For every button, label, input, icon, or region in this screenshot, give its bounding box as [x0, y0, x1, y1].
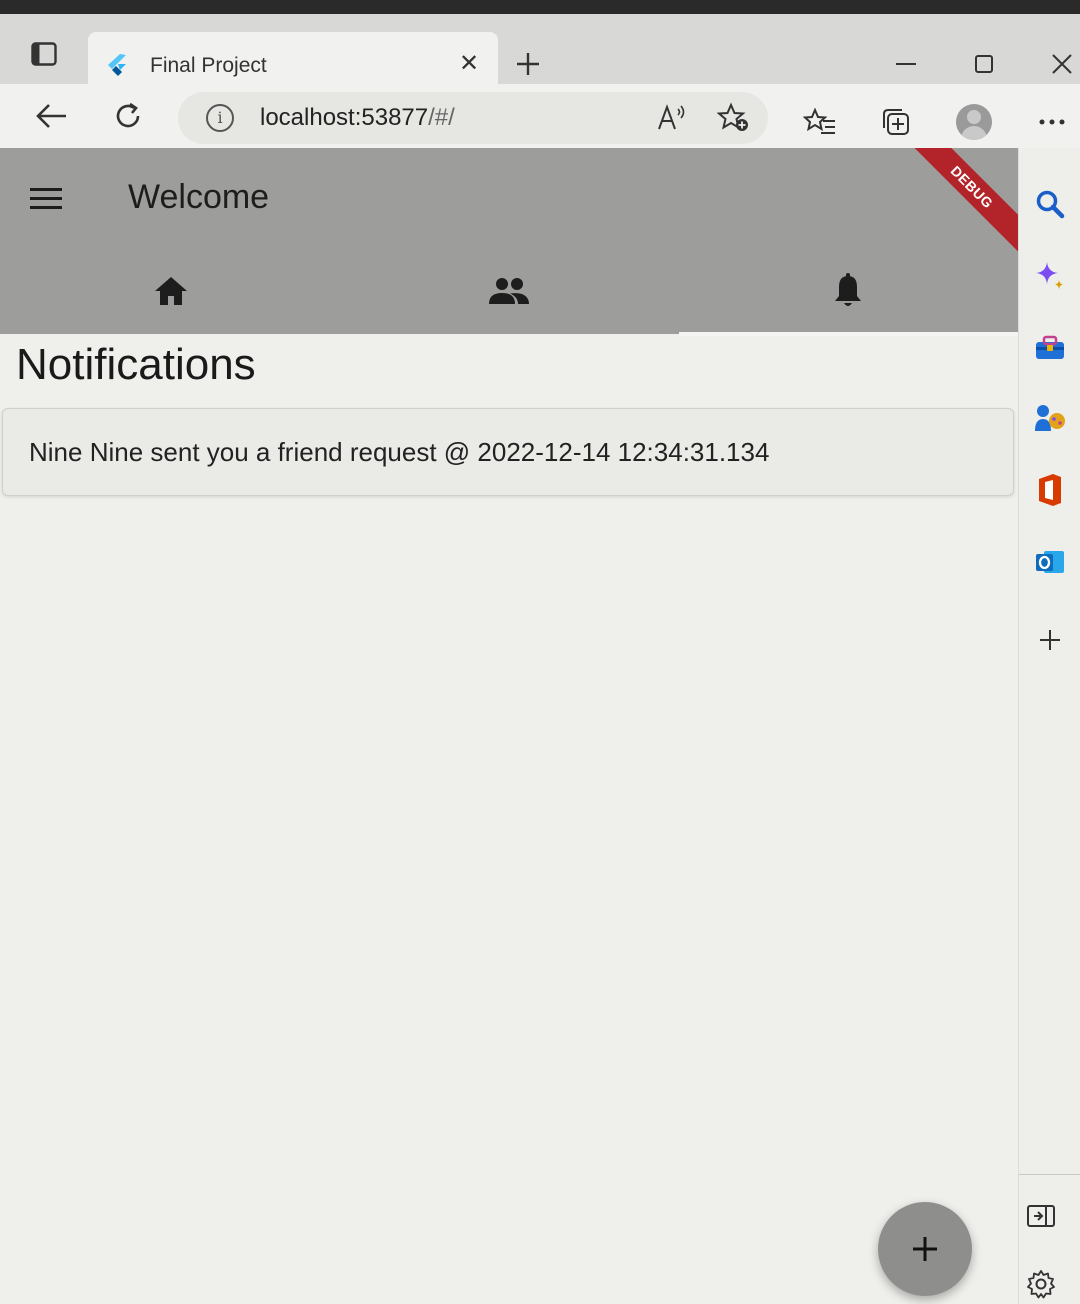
flutter-logo-icon [106, 52, 128, 83]
tab-friends[interactable] [340, 248, 678, 334]
notification-text: Nine Nine sent you a friend request @ 20… [29, 437, 770, 467]
settings-icon[interactable] [1023, 1266, 1059, 1302]
tab-title: Final Project [150, 54, 267, 77]
add-button[interactable] [878, 1202, 972, 1296]
favorites-icon [803, 107, 835, 134]
url-text: localhost:53877/#/ [260, 104, 455, 132]
hide-sidebar-icon[interactable] [1023, 1198, 1059, 1234]
refresh-button[interactable] [104, 92, 152, 140]
refresh-icon [116, 102, 140, 128]
office-icon[interactable] [1032, 472, 1068, 508]
outlook-icon[interactable] [1032, 544, 1068, 580]
profile-avatar-icon [956, 104, 992, 140]
close-icon [1052, 54, 1072, 74]
app-bar: Welcome DEBUG [0, 148, 1018, 336]
browser-tab-bar: Final Project ✕ [0, 14, 1080, 98]
browser-sidebar [1018, 148, 1080, 1304]
more-button[interactable] [1030, 100, 1074, 144]
notification-card[interactable]: Nine Nine sent you a friend request @ 20… [2, 408, 1014, 496]
page-title: Notifications [16, 340, 256, 389]
profile-button[interactable] [952, 100, 996, 144]
plus-icon [517, 53, 539, 75]
favorites-button[interactable] [798, 100, 842, 144]
menu-icon[interactable] [30, 176, 74, 220]
selected-tab-indicator [679, 332, 1018, 336]
browser-toolbar: i localhost:53877/#/ [0, 84, 1080, 148]
app-title: Welcome [128, 178, 270, 216]
add-favorite-button[interactable] [716, 100, 752, 136]
back-button[interactable] [28, 92, 76, 140]
sidebar-divider [1019, 1174, 1080, 1175]
search-icon[interactable] [1032, 186, 1068, 222]
more-icon [1039, 119, 1065, 125]
add-icon[interactable] [1032, 622, 1068, 658]
tab-close-button[interactable]: ✕ [454, 48, 484, 78]
new-tab-button[interactable] [508, 44, 548, 84]
people-icon [489, 278, 529, 304]
back-arrow-icon [36, 104, 66, 128]
tab-actions-icon[interactable] [22, 36, 66, 72]
plus-icon [913, 1237, 937, 1261]
tab-notifications[interactable] [679, 248, 1017, 334]
info-icon[interactable]: i [206, 104, 234, 132]
address-bar[interactable]: i localhost:53877/#/ [178, 92, 768, 144]
minimize-icon [896, 63, 916, 65]
url-path: /#/ [428, 104, 455, 131]
close-window-button[interactable] [1040, 44, 1080, 84]
minimize-button[interactable] [884, 44, 928, 84]
maximize-button[interactable] [962, 44, 1006, 84]
debug-banner: DEBUG [906, 148, 1018, 253]
tools-icon[interactable] [1032, 330, 1068, 366]
maximize-icon [975, 55, 993, 73]
collections-icon [883, 109, 909, 135]
read-aloud-icon [658, 104, 685, 130]
add-favorite-icon [717, 102, 748, 131]
read-aloud-button[interactable] [654, 100, 690, 136]
games-icon[interactable] [1032, 400, 1068, 436]
collections-button[interactable] [874, 100, 918, 144]
app-viewport: Welcome DEBUG Notifications Nine Nine se… [0, 148, 1018, 1304]
bell-icon [835, 273, 861, 306]
home-icon [155, 277, 187, 305]
url-host: localhost:53877 [260, 104, 429, 131]
screen-top-bezel [0, 0, 1080, 14]
tab-home[interactable] [2, 248, 340, 334]
copilot-icon[interactable] [1032, 258, 1068, 294]
